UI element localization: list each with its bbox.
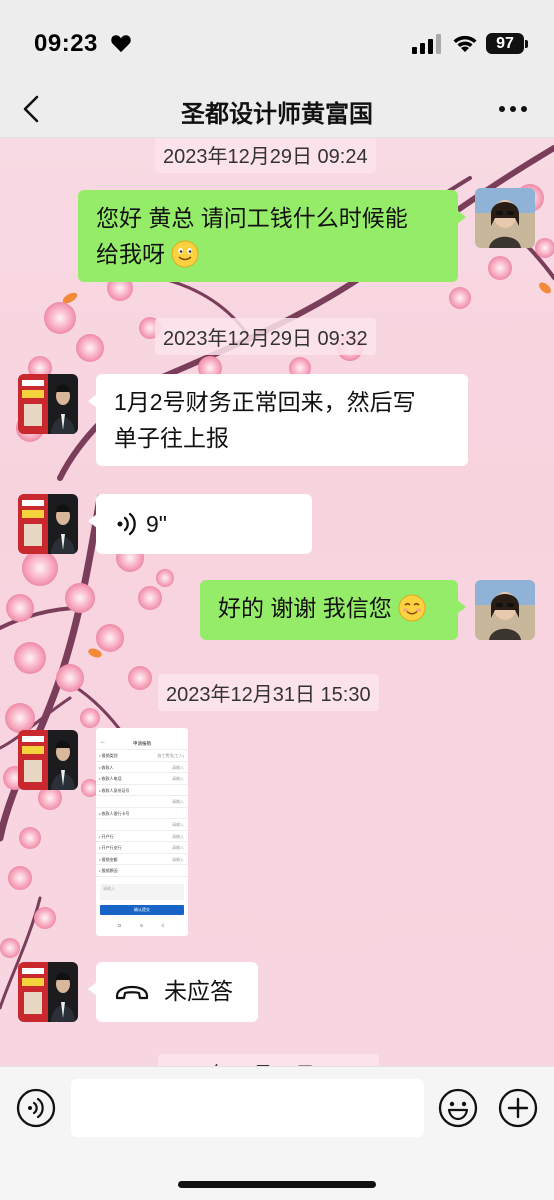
message-text: 您好 黄总 请问工钱什么时候能 [96,205,408,231]
message-input[interactable] [71,1079,424,1137]
more-icon[interactable] [498,104,528,114]
contact-photo-icon [18,374,78,434]
voice-wave-icon [117,512,136,536]
chat-header: 圣都设计师黄富国 [0,80,554,138]
thumb-row: • 报销类别 施工费用(工人) [96,750,188,762]
status-bar: 09:23 97 [0,0,554,80]
message-text-line2: 单子往上报 [114,425,229,451]
message-timestamp: 2023年12月31日 15:40 [158,1054,379,1066]
thumb-row: • 开户行支行 请输入 [96,842,188,854]
sent-message-bubble[interactable]: 您好 黄总 请问工钱什么时候能 给我呀 [78,190,466,282]
message-text: 好的 谢谢 我信您 [218,595,392,621]
thumb-textarea: 请输入 [100,884,184,900]
thumb-row: 请输入 [96,819,188,831]
battery-tip [525,40,528,48]
thumb-row: • 开户行 请输入 [96,831,188,842]
battery-indicator: 97 [486,33,524,54]
image-message[interactable]: ← 申请报销 • 报销类别 施工费用(工人) • 收款人 请输入 • 收款人电话 请输… [96,728,188,936]
voice-duration: 9" [146,511,167,537]
chat-title: 圣都设计师黄富国 [181,101,373,128]
smile-emoji-icon [171,240,199,268]
smile-emoji-icon [398,594,426,622]
contact-avatar[interactable] [18,494,78,554]
thumb-submit-button: 确认提交 [100,905,184,915]
woman-avatar-icon [475,580,535,640]
thumb-textarea-placeholder: 请输入 [103,886,115,891]
my-avatar[interactable] [475,188,535,248]
thumb-row: • 报销金额 请输入 [96,854,188,865]
contact-photo-icon [18,962,78,1022]
contact-photo-icon [18,494,78,554]
missed-call-label: 未应答 [164,978,233,1004]
voice-message-bubble[interactable]: 9" [88,494,312,554]
received-message-bubble[interactable]: 1月2号财务正常回来，然后写 单子往上报 [88,374,468,466]
thumb-row: 请输入 [96,796,188,808]
message-timestamp: 2023年12月29日 09:24 [155,138,376,173]
my-avatar[interactable] [475,580,535,640]
chat-input-bar [0,1066,554,1200]
heart-icon [111,35,131,53]
thumb-row: • 收款人电话 请输入 [96,773,188,785]
contact-avatar[interactable] [18,962,78,1022]
phone-hangup-icon [115,985,149,1000]
status-time: 09:23 [34,30,98,57]
sent-message-bubble[interactable]: 好的 谢谢 我信您 [200,580,466,640]
contact-photo-icon [18,730,78,790]
thumb-row: • 报销原因 [96,865,188,877]
emoji-icon[interactable] [438,1088,478,1128]
thumb-title: 申请报销 [133,741,151,746]
message-text: 1月2号财务正常回来，然后写 [114,389,416,415]
contact-avatar[interactable] [18,730,78,790]
signal-icon [412,34,441,54]
message-text-tail: 给我呀 [96,241,165,267]
thumb-navbar [96,923,188,930]
message-timestamp: 2023年12月31日 15:30 [158,674,379,711]
thumb-row: • 收款人身份证号 [96,785,188,796]
message-text-line2: 给我呀 [96,236,440,272]
missed-call-bubble[interactable]: 未应答 [88,962,258,1022]
message-timestamp: 2023年12月29日 09:32 [155,318,376,355]
contact-avatar[interactable] [18,374,78,434]
thumb-row: • 收款人银行卡号 [96,808,188,819]
thumb-row: • 收款人 请输入 [96,762,188,773]
voice-input-icon[interactable] [16,1088,56,1128]
thumb-header: ← 申请报销 [96,738,188,750]
plus-icon[interactable] [498,1088,538,1128]
thumb-statusbar [96,728,188,738]
wifi-icon [453,35,477,52]
woman-avatar-icon [475,188,535,248]
home-indicator[interactable] [178,1181,376,1188]
chat-message-list[interactable]: 2023年12月29日 09:24 您好 黄总 请问工钱什么时候能 给我呀 20… [0,138,554,1066]
